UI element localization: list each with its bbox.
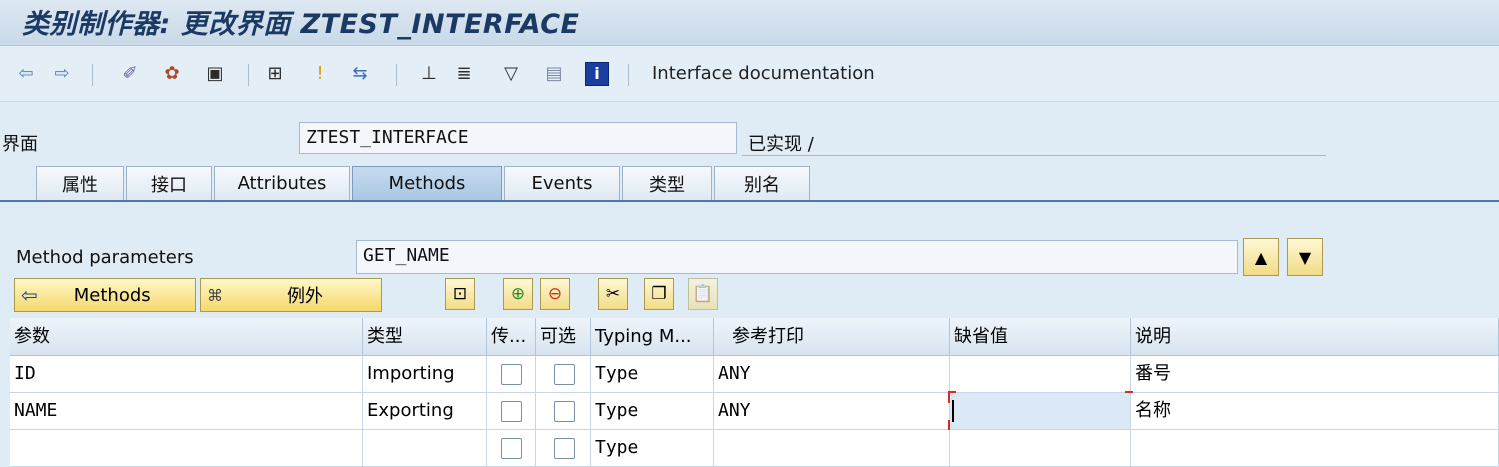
tab-properties[interactable]: 属性 [36, 166, 124, 200]
column-header-optional[interactable]: 可选 [536, 318, 591, 356]
filter-icon[interactable]: ▽ [499, 62, 523, 86]
pattern-icon[interactable]: ≣ [452, 62, 476, 86]
back-arrow-icon[interactable]: ⇦ [14, 62, 38, 86]
table-cell-associated-type[interactable] [714, 430, 950, 467]
delete-row-button[interactable]: ⊖ [540, 278, 570, 310]
forward-arrow-icon[interactable]: ⇨ [50, 62, 74, 86]
insert-row-icon: ⊕ [510, 284, 526, 304]
pass-by-value-checkbox[interactable] [501, 364, 522, 385]
table-cell-optional [536, 393, 591, 430]
table-cell-pass-by-value [487, 393, 536, 430]
tab-events[interactable]: Events [504, 166, 620, 200]
tab-interfaces[interactable]: 接口 [126, 166, 212, 200]
exception-icon: ⌘ [207, 285, 223, 305]
column-header-default-value[interactable]: 缺省值 [950, 318, 1131, 356]
interface-field[interactable]: ZTEST_INTERFACE [299, 122, 737, 154]
toolbar-separator [396, 64, 397, 86]
table-cell-pass-by-value [487, 430, 536, 467]
navigate-icon[interactable]: ⇆ [348, 62, 372, 86]
detail-icon: ⊡ [452, 284, 468, 304]
interface-label: 界面 [2, 134, 38, 155]
column-header-pass-by-value[interactable]: 传... [487, 318, 536, 356]
delete-row-icon: ⊖ [547, 284, 563, 304]
copy-icon: ❐ [651, 284, 667, 304]
exceptions-button[interactable]: ⌘ 例外 [200, 278, 382, 312]
triangle-up-icon: ▲ [1254, 247, 1268, 267]
tab-types[interactable]: 类型 [622, 166, 712, 200]
table-cell-parameter[interactable]: ID [10, 356, 363, 393]
table-cell-type[interactable]: Exporting [363, 393, 487, 430]
method-parameters-label: Method parameters [16, 247, 194, 268]
table-cell-typing[interactable]: Type [591, 430, 714, 467]
table-cell-default-value[interactable] [950, 356, 1131, 393]
focus-bracket [948, 391, 956, 403]
optional-checkbox[interactable] [554, 401, 575, 422]
tab-attributes[interactable]: Attributes [214, 166, 350, 200]
toolbar-separator [248, 64, 249, 86]
edit-wand-icon[interactable]: ✐ [118, 62, 142, 86]
toolbar-separator [628, 64, 629, 86]
interface-documentation-button[interactable]: Interface documentation [652, 63, 875, 84]
detail-view-button[interactable]: ⊡ [445, 278, 475, 310]
table-cell-parameter[interactable]: NAME [10, 393, 363, 430]
table-cell-description[interactable] [1131, 430, 1499, 467]
pass-by-value-checkbox[interactable] [501, 438, 522, 459]
text-cursor [952, 400, 954, 422]
table-cell-default-value-focused[interactable] [950, 393, 1131, 430]
column-header-description[interactable]: 说明 [1131, 318, 1499, 356]
next-method-button[interactable]: ▼ [1287, 238, 1323, 276]
table-cell-optional [536, 356, 591, 393]
method-parameters-field[interactable]: GET_NAME [356, 240, 1238, 274]
paste-icon: 📋 [692, 284, 714, 304]
column-header-typing-method[interactable]: Typing M... [591, 318, 714, 356]
tab-aliases[interactable]: 别名 [714, 166, 810, 200]
status-text: 已实现 / [748, 134, 814, 155]
table-cell-typing[interactable]: Type [591, 393, 714, 430]
column-header-associated-type[interactable]: 参考打印 [714, 318, 950, 356]
table-cell-pass-by-value [487, 356, 536, 393]
paste-button[interactable]: 📋 [688, 278, 718, 310]
table-cell-associated-type[interactable]: ANY [714, 356, 950, 393]
scissors-icon: ✂ [605, 284, 621, 304]
table-cell-default-value[interactable] [950, 430, 1131, 467]
previous-method-button[interactable]: ▲ [1243, 238, 1279, 276]
where-used-icon[interactable]: ǃ [308, 62, 332, 86]
column-header-parameter[interactable]: 参数 [10, 318, 363, 356]
methods-back-button[interactable]: ⇦ Methods [14, 278, 196, 312]
table-cell-description[interactable]: 番号 [1131, 356, 1499, 393]
table-cell-description[interactable]: 名称 [1131, 393, 1499, 430]
parameter-table: 参数 类型 传... 可选 Typing M... 参考打印 缺省值 说明 ID… [10, 318, 1499, 467]
pass-by-value-checkbox[interactable] [501, 401, 522, 422]
display-icon[interactable]: ▤ [542, 62, 566, 86]
optional-checkbox[interactable] [554, 438, 575, 459]
table-cell-type[interactable] [363, 430, 487, 467]
back-arrow-icon: ⇦ [21, 283, 38, 307]
cut-button[interactable]: ✂ [598, 278, 628, 310]
triangle-down-icon: ▼ [1298, 247, 1312, 267]
insert-row-button[interactable]: ⊕ [503, 278, 533, 310]
activate-icon[interactable]: ✿ [160, 62, 184, 86]
table-cell-optional [536, 430, 591, 467]
table-cell-parameter[interactable] [10, 430, 363, 467]
table-cell-typing[interactable]: Type [591, 356, 714, 393]
object-list-icon[interactable]: ▣ [203, 62, 227, 86]
column-header-type[interactable]: 类型 [363, 318, 487, 356]
tab-methods[interactable]: Methods [352, 166, 502, 200]
optional-checkbox[interactable] [554, 364, 575, 385]
copy-button[interactable]: ❐ [644, 278, 674, 310]
table-cell-type[interactable]: Importing [363, 356, 487, 393]
status-underline [742, 155, 1326, 156]
info-icon[interactable]: i [585, 62, 609, 86]
application-toolbar: ⇦ ⇨ ✐ ✿ ▣ ⊞ ǃ ⇆ ⊥ ≣ ▽ ▤ i Interface docu… [0, 46, 1499, 102]
class-hierarchy-icon[interactable]: ⊥ [417, 62, 441, 86]
table-cell-associated-type[interactable]: ANY [714, 393, 950, 430]
title-bar: 类别制作器: 更改界面 ZTEST_INTERFACE [0, 0, 1499, 46]
toolbar-separator [92, 64, 93, 86]
window-title: 类别制作器: 更改界面 ZTEST_INTERFACE [22, 9, 580, 40]
hierarchy-icon[interactable]: ⊞ [263, 62, 287, 86]
